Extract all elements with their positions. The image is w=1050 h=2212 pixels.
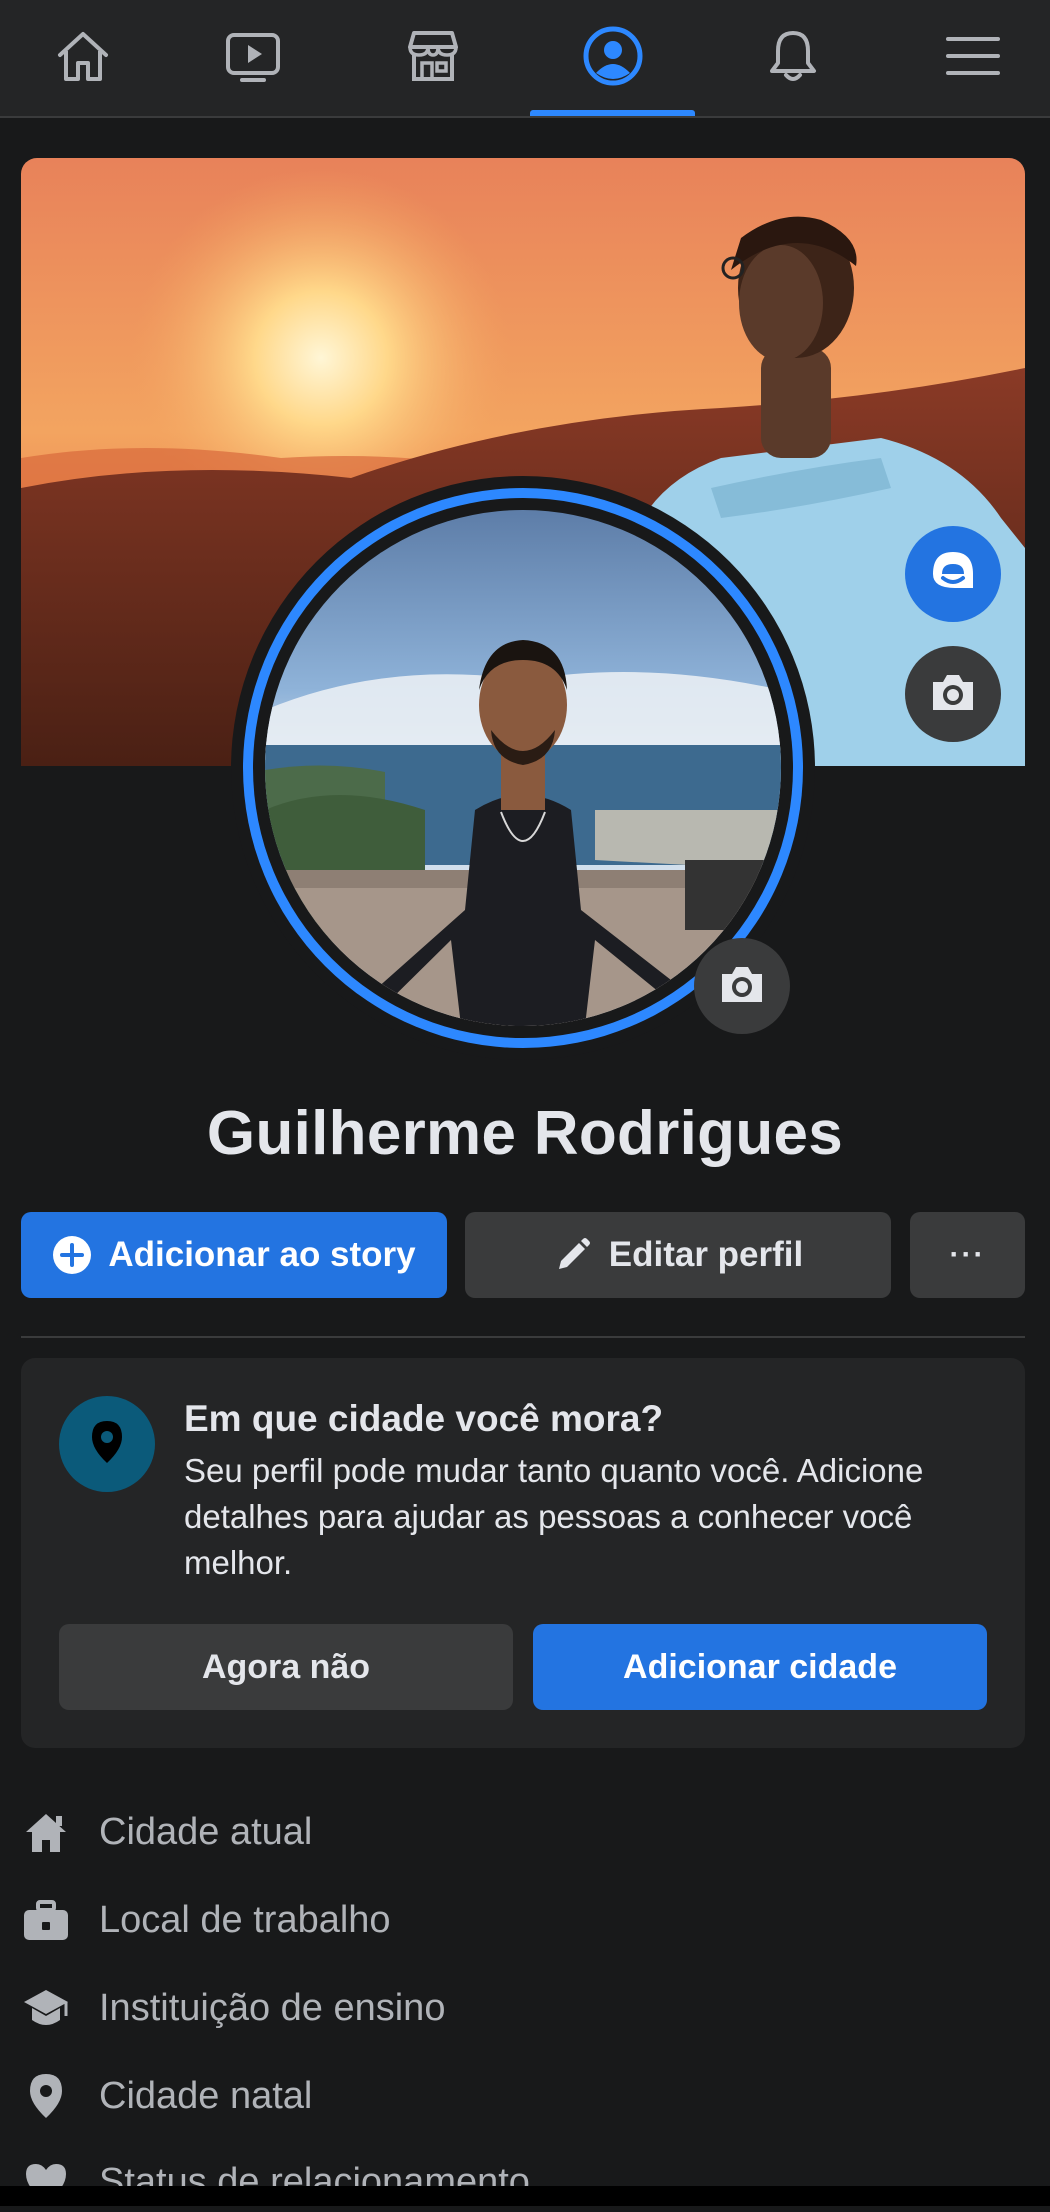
house-icon xyxy=(21,1807,71,1857)
briefcase-icon xyxy=(21,1895,71,1945)
detail-current-city[interactable]: Cidade atual xyxy=(21,1802,312,1862)
detail-label: Cidade natal xyxy=(99,2074,313,2117)
detail-label: Cidade atual xyxy=(99,1810,313,1853)
edit-profile-button[interactable]: Editar perfil xyxy=(465,1212,891,1298)
city-prompt-card: Em que cidade você mora? Seu perfil pode… xyxy=(21,1358,1025,1748)
more-options-button[interactable]: ··· xyxy=(910,1212,1025,1298)
home-icon xyxy=(52,25,114,92)
location-pin-icon xyxy=(21,2071,71,2121)
location-pin-icon xyxy=(82,1417,132,1472)
edit-profile-picture-button[interactable] xyxy=(694,938,790,1034)
detail-workplace[interactable]: Local de trabalho xyxy=(21,1890,391,1950)
active-tab-indicator xyxy=(530,110,695,116)
tab-marketplace[interactable] xyxy=(350,0,515,116)
card-location-badge xyxy=(59,1396,155,1492)
not-now-button[interactable]: Agora não xyxy=(59,1624,513,1710)
edit-profile-label: Editar perfil xyxy=(608,1235,804,1274)
card-title: Em que cidade você mora? xyxy=(184,1398,664,1439)
tab-watch[interactable] xyxy=(170,0,335,116)
graduation-cap-icon xyxy=(21,1983,71,2033)
divider xyxy=(21,1336,1025,1338)
detail-hometown[interactable]: Cidade natal xyxy=(21,2066,312,2126)
add-to-story-button[interactable]: Adicionar ao story xyxy=(21,1212,447,1298)
profile-name: Guilherme Rodrigues xyxy=(206,1099,844,1168)
camera-icon xyxy=(927,666,979,723)
detail-label: Local de trabalho xyxy=(99,1898,391,1941)
camera-icon xyxy=(716,958,768,1015)
notifications-icon xyxy=(762,25,824,92)
add-city-label: Adicionar cidade xyxy=(623,1647,897,1686)
detail-label: Instituição de ensino xyxy=(99,1986,446,2029)
top-navigation-bar xyxy=(0,0,1050,118)
pencil-icon xyxy=(553,1235,593,1275)
edit-cover-photo-button[interactable] xyxy=(905,646,1001,742)
tab-profile[interactable] xyxy=(530,0,695,116)
avatar-icon xyxy=(925,544,981,605)
tab-menu[interactable] xyxy=(890,0,1050,116)
system-navigation-bar xyxy=(0,2186,1050,2206)
plus-circle-icon xyxy=(52,1235,92,1275)
tab-notifications[interactable] xyxy=(710,0,875,116)
not-now-label: Agora não xyxy=(201,1647,371,1686)
profile-icon xyxy=(582,25,644,92)
add-to-story-label: Adicionar ao story xyxy=(108,1235,416,1274)
avatar-creator-button[interactable] xyxy=(905,526,1001,622)
marketplace-icon xyxy=(402,25,464,92)
detail-education[interactable]: Instituição de ensino xyxy=(21,1978,445,2038)
more-options-label: ··· xyxy=(949,1238,986,1271)
watch-icon xyxy=(222,25,284,92)
menu-icon xyxy=(942,25,1004,92)
profile-photo xyxy=(265,510,781,1026)
card-description: Seu perfil pode mudar tanto quanto você.… xyxy=(184,1452,924,1581)
add-city-button[interactable]: Adicionar cidade xyxy=(533,1624,987,1710)
tab-home[interactable] xyxy=(0,0,165,116)
